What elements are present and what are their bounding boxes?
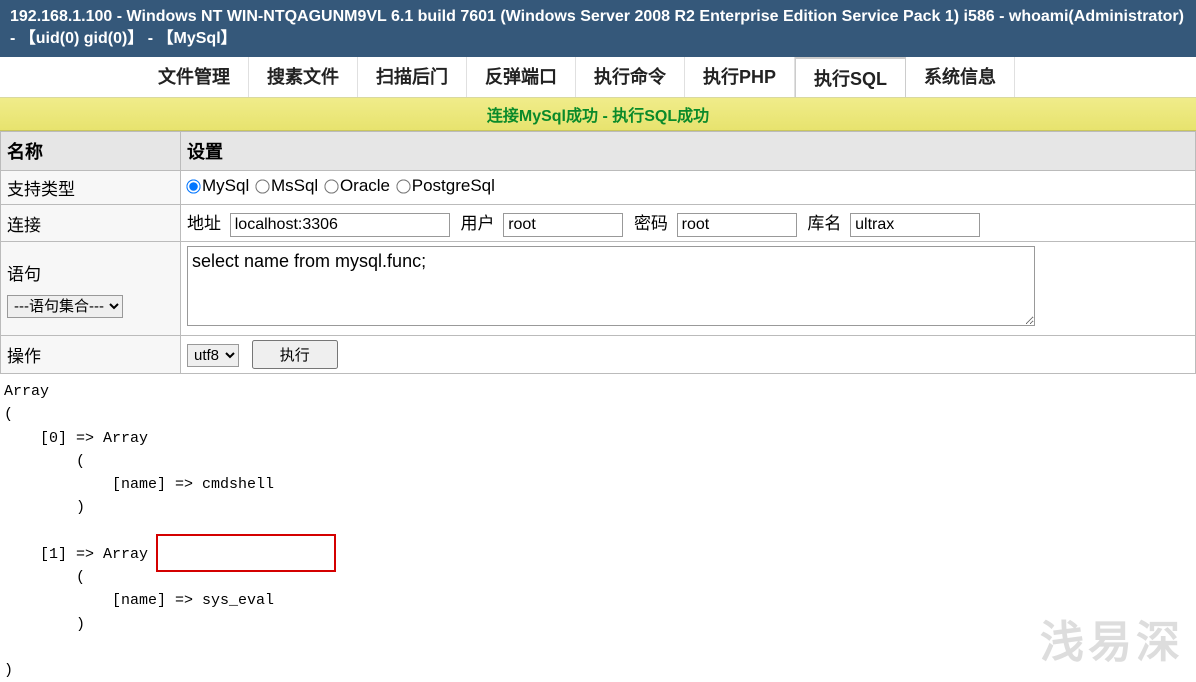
db-type-option-PostgreSql[interactable]: PostgreSql bbox=[397, 176, 495, 195]
db-type-option-MsSql[interactable]: MsSql bbox=[256, 176, 323, 195]
result-output: Array ( [0] => Array ( [name] => cmdshel… bbox=[4, 380, 1196, 682]
row-conn-label: 连接 bbox=[1, 205, 181, 242]
sql-form-table: 名称 设置 支持类型 MySql MsSql Oracle PostgreSql… bbox=[0, 131, 1196, 374]
db-input[interactable] bbox=[850, 213, 980, 237]
tab-搜素文件[interactable]: 搜素文件 bbox=[249, 57, 358, 97]
row-stmt-label: 语句 ---语句集合--- bbox=[1, 242, 181, 336]
watermark: 浅易深 bbox=[1040, 606, 1184, 670]
connection-row: 地址 用户 密码 库名 bbox=[181, 205, 1196, 242]
tabs-bar: 文件管理搜素文件扫描后门反弹端口执行命令执行PHP执行SQL系统信息 bbox=[0, 57, 1196, 98]
tab-文件管理[interactable]: 文件管理 bbox=[140, 57, 249, 97]
window-title: 192.168.1.100 - Windows NT WIN-NTQAGUNM9… bbox=[10, 8, 1184, 47]
col-header-name: 名称 bbox=[1, 132, 181, 171]
db-type-option-MySql[interactable]: MySql bbox=[187, 176, 254, 195]
charset-select[interactable]: utf8 bbox=[187, 344, 239, 367]
db-type-radio-Oracle[interactable] bbox=[324, 179, 338, 193]
sql-textarea[interactable] bbox=[187, 246, 1035, 326]
row-type-label: 支持类型 bbox=[1, 171, 181, 205]
pass-label: 密码 bbox=[634, 214, 668, 233]
tab-执行命令[interactable]: 执行命令 bbox=[576, 57, 685, 97]
user-label: 用户 bbox=[460, 214, 494, 233]
stmt-collection-select[interactable]: ---语句集合--- bbox=[7, 295, 123, 318]
db-type-radio-PostgreSql[interactable] bbox=[396, 179, 410, 193]
tab-执行PHP[interactable]: 执行PHP bbox=[685, 57, 795, 97]
db-type-radio-MsSql[interactable] bbox=[255, 179, 269, 193]
stmt-label-text: 语句 bbox=[7, 260, 174, 285]
status-bar: 连接MySql成功 - 执行SQL成功 bbox=[0, 98, 1196, 131]
tab-反弹端口[interactable]: 反弹端口 bbox=[467, 57, 576, 97]
tab-系统信息[interactable]: 系统信息 bbox=[906, 57, 1015, 97]
db-type-option-Oracle[interactable]: Oracle bbox=[325, 176, 395, 195]
result-area: Array ( [0] => Array ( [name] => cmdshel… bbox=[0, 380, 1196, 682]
tab-扫描后门[interactable]: 扫描后门 bbox=[358, 57, 467, 97]
row-op-label: 操作 bbox=[1, 336, 181, 374]
execute-button[interactable]: 执行 bbox=[252, 340, 338, 369]
tab-执行SQL[interactable]: 执行SQL bbox=[795, 57, 906, 97]
db-type-radio-group: MySql MsSql Oracle PostgreSql bbox=[187, 175, 497, 194]
addr-label: 地址 bbox=[187, 214, 221, 233]
db-label: 库名 bbox=[807, 214, 841, 233]
window-header: 192.168.1.100 - Windows NT WIN-NTQAGUNM9… bbox=[0, 0, 1196, 57]
pass-input[interactable] bbox=[677, 213, 797, 237]
col-header-setting: 设置 bbox=[181, 132, 1196, 171]
db-type-radio-MySql[interactable] bbox=[186, 179, 200, 193]
status-message: 连接MySql成功 - 执行SQL成功 bbox=[487, 108, 709, 125]
addr-input[interactable] bbox=[230, 213, 450, 237]
user-input[interactable] bbox=[503, 213, 623, 237]
